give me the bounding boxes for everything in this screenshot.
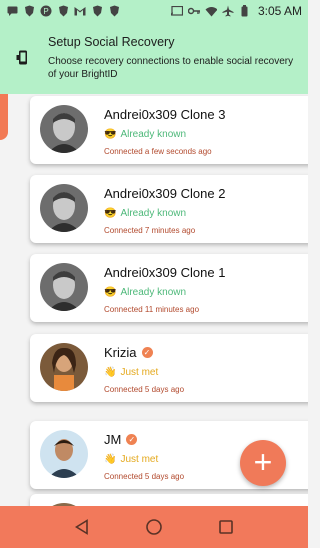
brave-icon <box>57 5 69 17</box>
verified-badge-icon: ✓ <box>141 347 153 358</box>
connection-card[interactable] <box>30 494 308 506</box>
status-text: Just met <box>120 454 159 465</box>
connection-name: Andrei0x309 Clone 1 <box>104 265 225 280</box>
page-title: Setup Social Recovery <box>48 35 175 49</box>
avatar <box>40 430 88 478</box>
status-label: 👋 Just met <box>104 367 158 378</box>
connection-name: JM ✓ <box>104 432 138 447</box>
recents-nav-icon[interactable] <box>214 515 238 539</box>
airplane-icon <box>222 5 234 17</box>
connected-time: Connected a few seconds ago <box>104 147 212 156</box>
connection-card[interactable]: Andrei0x309 Clone 2 😎 Already known Conne… <box>30 175 308 243</box>
status-text: Already known <box>120 129 187 140</box>
brave-icon <box>23 5 35 17</box>
verified-badge-icon: ✓ <box>126 434 138 445</box>
battery-icon <box>239 5 251 17</box>
connection-name: Andrei0x309 Clone 3 <box>104 107 225 122</box>
sunglasses-emoji-icon: 😎 <box>104 129 117 140</box>
status-label: 😎 Already known <box>104 129 186 140</box>
connection-name: Andrei0x309 Clone 2 <box>104 186 225 201</box>
connection-name-text: Andrei0x309 Clone 1 <box>104 265 226 280</box>
status-text: Already known <box>120 287 187 298</box>
connection-name-text: Andrei0x309 Clone 2 <box>104 186 226 201</box>
avatar <box>40 263 88 311</box>
add-connection-button[interactable]: + <box>240 440 286 486</box>
connected-time: Connected 5 days ago <box>104 385 185 394</box>
home-nav-icon[interactable] <box>142 515 166 539</box>
sunglasses-emoji-icon: 😎 <box>104 287 117 298</box>
navigation-bar <box>0 506 308 548</box>
sunglasses-emoji-icon: 😎 <box>104 208 117 219</box>
connection-card[interactable]: Andrei0x309 Clone 3 😎 Already known Conne… <box>30 96 308 164</box>
wave-emoji-icon: 👋 <box>104 367 117 378</box>
connection-card[interactable]: Krizia ✓ 👋 Just met Connected 5 days ago <box>30 334 308 402</box>
avatar <box>40 105 88 153</box>
connected-time: Connected 5 days ago <box>104 472 185 481</box>
status-bar: P 3:05 AM <box>0 0 308 22</box>
gmail-icon <box>74 5 86 17</box>
connection-name: Krizia ✓ <box>104 345 153 360</box>
wave-emoji-icon: 👋 <box>104 454 117 465</box>
recovery-banner: Setup Social Recovery Choose recovery co… <box>0 22 308 94</box>
connection-card[interactable]: Andrei0x309 Clone 1 😎 Already known Conne… <box>30 254 308 322</box>
page-description: Choose recovery connections to enable so… <box>48 56 294 80</box>
connection-name-text: JM <box>104 432 122 447</box>
avatar <box>40 343 88 391</box>
key-icon <box>187 5 200 17</box>
status-text: Just met <box>120 367 159 378</box>
status-label: 😎 Already known <box>104 287 186 298</box>
avatar <box>40 184 88 232</box>
phone-icon <box>16 50 30 66</box>
pinterest-icon: P <box>40 5 52 17</box>
status-label: 👋 Just met <box>104 454 158 465</box>
brave-icon <box>108 5 120 17</box>
wifi-icon <box>205 5 217 17</box>
svg-text:P: P <box>43 7 48 16</box>
connected-time: Connected 7 minutes ago <box>104 226 196 235</box>
status-label: 😎 Already known <box>104 208 186 219</box>
brave-icon <box>91 5 103 17</box>
back-nav-icon[interactable] <box>70 515 94 539</box>
cast-icon <box>170 5 183 17</box>
status-text: Already known <box>120 208 187 219</box>
clock: 3:05 AM <box>257 4 302 18</box>
connected-time: Connected 11 minutes ago <box>104 305 200 314</box>
connection-name-text: Krizia <box>104 345 137 360</box>
connection-name-text: Andrei0x309 Clone 3 <box>104 107 226 122</box>
message-icon <box>6 5 18 17</box>
